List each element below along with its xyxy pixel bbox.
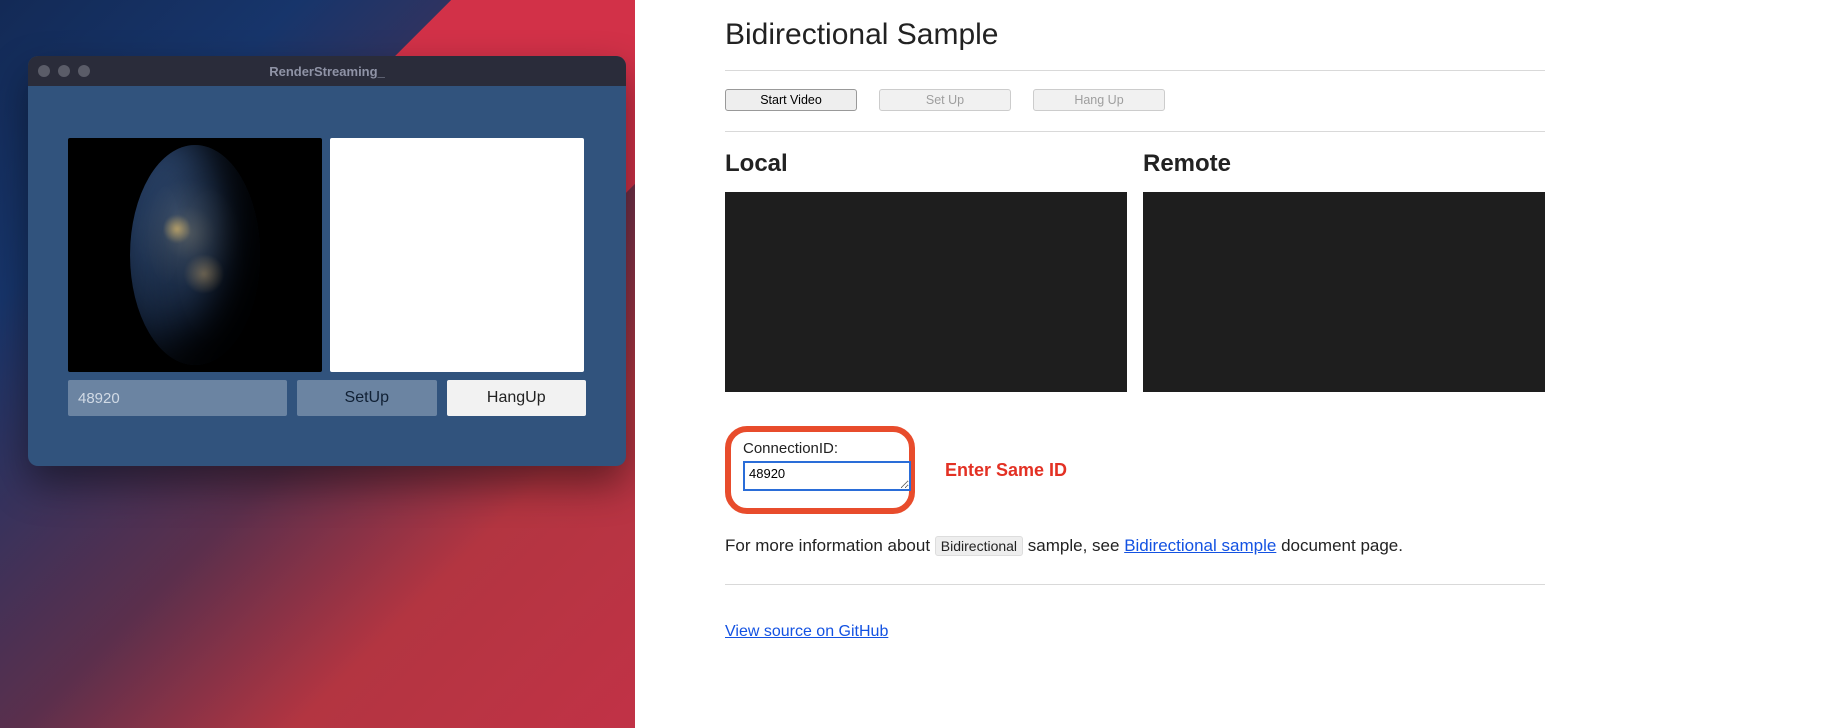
remote-video-app (330, 138, 584, 372)
zoom-icon[interactable] (78, 65, 90, 77)
window-title: RenderStreaming_ (28, 64, 626, 79)
hangup-button-app[interactable]: HangUp (447, 380, 587, 416)
info-text: For more information about Bidirectional… (725, 536, 1545, 556)
window-titlebar[interactable]: RenderStreaming_ (28, 56, 626, 86)
minimize-icon[interactable] (58, 65, 70, 77)
app-video-row (68, 138, 586, 372)
local-column: Local (725, 150, 1127, 392)
setup-button-app[interactable]: SetUp (297, 380, 437, 416)
info-suffix: document page. (1281, 536, 1403, 555)
connection-id-input-web[interactable]: 48920 (743, 461, 911, 491)
divider (725, 584, 1545, 605)
remote-video-web (1143, 192, 1545, 392)
web-button-row: Start Video Set Up Hang Up (725, 71, 1545, 131)
setup-button-web: Set Up (879, 89, 1011, 111)
local-label: Local (725, 150, 1127, 178)
doc-link[interactable]: Bidirectional sample (1124, 536, 1276, 555)
remote-label: Remote (1143, 150, 1545, 178)
local-video-web (725, 192, 1127, 392)
connection-id-label: ConnectionID: (743, 440, 893, 457)
video-section: Local Remote (725, 132, 1545, 408)
app-body: SetUp HangUp (28, 86, 626, 436)
start-video-button[interactable]: Start Video (725, 89, 857, 111)
callout-text: Enter Same ID (945, 460, 1067, 481)
info-mid: sample, see (1028, 536, 1120, 555)
render-streaming-window: RenderStreaming_ SetUp HangUp (28, 56, 626, 466)
page-title: Bidirectional Sample (725, 18, 1545, 66)
hangup-button-web: Hang Up (1033, 89, 1165, 111)
connection-id-highlight: ConnectionID: 48920 (725, 426, 915, 514)
remote-column: Remote (1143, 150, 1545, 392)
close-icon[interactable] (38, 65, 50, 77)
earth-image (130, 145, 260, 365)
connection-id-area: ConnectionID: 48920 Enter Same ID (725, 408, 1545, 514)
github-link[interactable]: View source on GitHub (725, 623, 888, 640)
info-prefix: For more information about (725, 536, 930, 555)
desktop-background: RenderStreaming_ SetUp HangUp (0, 0, 635, 728)
web-page: Bidirectional Sample Start Video Set Up … (635, 0, 1821, 728)
info-code-pill: Bidirectional (935, 536, 1023, 556)
traffic-lights (38, 65, 90, 77)
connection-id-input-app[interactable] (68, 380, 287, 416)
app-controls: SetUp HangUp (68, 380, 586, 416)
local-video-app (68, 138, 322, 372)
